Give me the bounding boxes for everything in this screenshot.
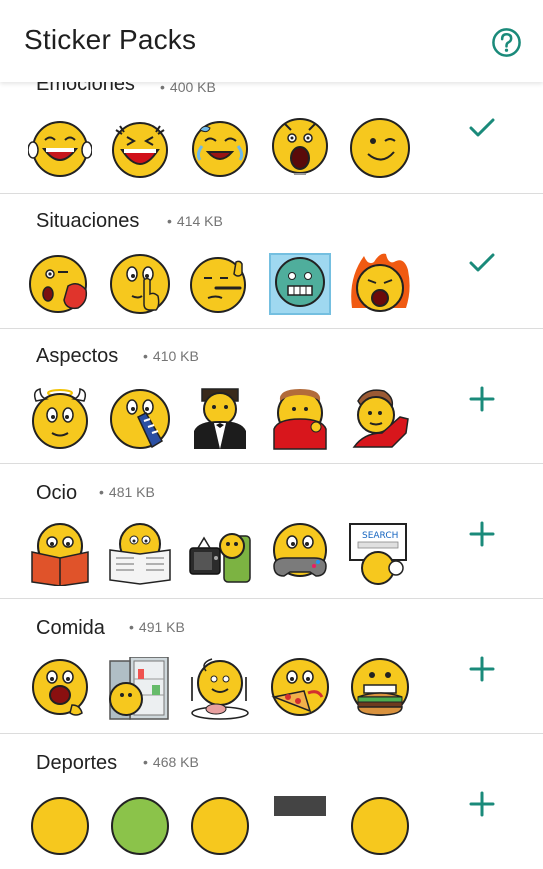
pinocchio-smiley	[190, 257, 246, 313]
reading-book-smiley	[31, 523, 89, 586]
sport-smiley-4	[274, 796, 326, 816]
pack-size: • 491 KB	[129, 619, 185, 635]
fridge-smiley	[109, 657, 169, 720]
sport-smiley-1	[31, 797, 89, 855]
dinner-smiley	[191, 658, 249, 720]
newspaper-smiley	[109, 523, 171, 585]
stop-hand-smiley	[29, 255, 88, 313]
tuxedo-smiley	[194, 388, 246, 449]
pack-name: Ocio	[36, 482, 78, 504]
sticker-pack-row[interactable]: Aspectos • 410 KB	[0, 329, 543, 464]
superhero-smiley	[273, 389, 327, 450]
pack-size: • 481 KB	[99, 484, 155, 500]
sport-smiley-5	[351, 797, 409, 855]
pack-name: Situaciones	[36, 210, 140, 232]
pizza-smiley	[271, 658, 329, 716]
necktie-smiley	[110, 389, 170, 449]
sticker-previews: SEARCH	[28, 522, 428, 592]
on-fire-smiley	[351, 253, 410, 312]
pack-size: • 468 KB	[143, 754, 199, 770]
sticker-previews	[28, 657, 428, 727]
add-pack-icon[interactable]	[466, 653, 498, 685]
frozen-smiley	[269, 253, 331, 315]
check-icon[interactable]	[466, 112, 498, 144]
add-pack-icon[interactable]	[466, 788, 498, 820]
check-icon[interactable]	[466, 247, 498, 279]
tv-armchair-smiley	[189, 533, 251, 583]
angel-devil-smiley	[32, 388, 88, 449]
sticker-pack-row[interactable]: Deportes • 468 KB	[0, 734, 543, 869]
screaming-laugh-smiley	[112, 122, 168, 178]
app-bar: Sticker Packs	[0, 0, 543, 82]
laughing-smiley	[28, 121, 92, 177]
sticker-previews	[28, 794, 428, 864]
computer-search-smiley: SEARCH	[349, 523, 407, 585]
pack-name: Aspectos	[36, 345, 119, 367]
shouting-smiley	[272, 118, 328, 175]
sticker-previews	[28, 116, 428, 186]
add-pack-icon[interactable]	[466, 518, 498, 550]
sticker-pack-list[interactable]: Emociones • 400 KB Situaciones • 414 KB …	[0, 0, 543, 855]
search-sign-text: SEARCH	[362, 531, 398, 541]
sport-smiley-3	[191, 797, 249, 855]
gamepad-smiley	[273, 523, 327, 577]
pack-name: Comida	[36, 617, 105, 639]
sticker-previews	[28, 252, 428, 322]
pack-name: Deportes	[36, 752, 118, 774]
sticker-pack-row[interactable]: Situaciones • 414 KB	[0, 194, 543, 329]
hungry-smiley	[32, 659, 88, 716]
sticker-previews	[28, 387, 428, 457]
sticker-pack-row[interactable]: Ocio • 481 KB SEARCH	[0, 464, 543, 599]
add-pack-icon[interactable]	[466, 383, 498, 415]
app-title: Sticker Packs	[24, 24, 197, 55]
sticker-pack-row[interactable]: Comida • 491 KB	[0, 599, 543, 734]
burger-smiley	[351, 658, 409, 716]
pack-size: • 414 KB	[167, 213, 223, 229]
winking-smiley	[350, 118, 410, 178]
pack-size: • 410 KB	[143, 348, 199, 364]
help-circle-icon[interactable]	[491, 27, 522, 58]
sport-smiley-2	[111, 797, 169, 855]
high-heel-smiley	[352, 389, 409, 448]
crying-laughing-smiley	[192, 121, 248, 177]
shush-smiley	[110, 254, 170, 314]
